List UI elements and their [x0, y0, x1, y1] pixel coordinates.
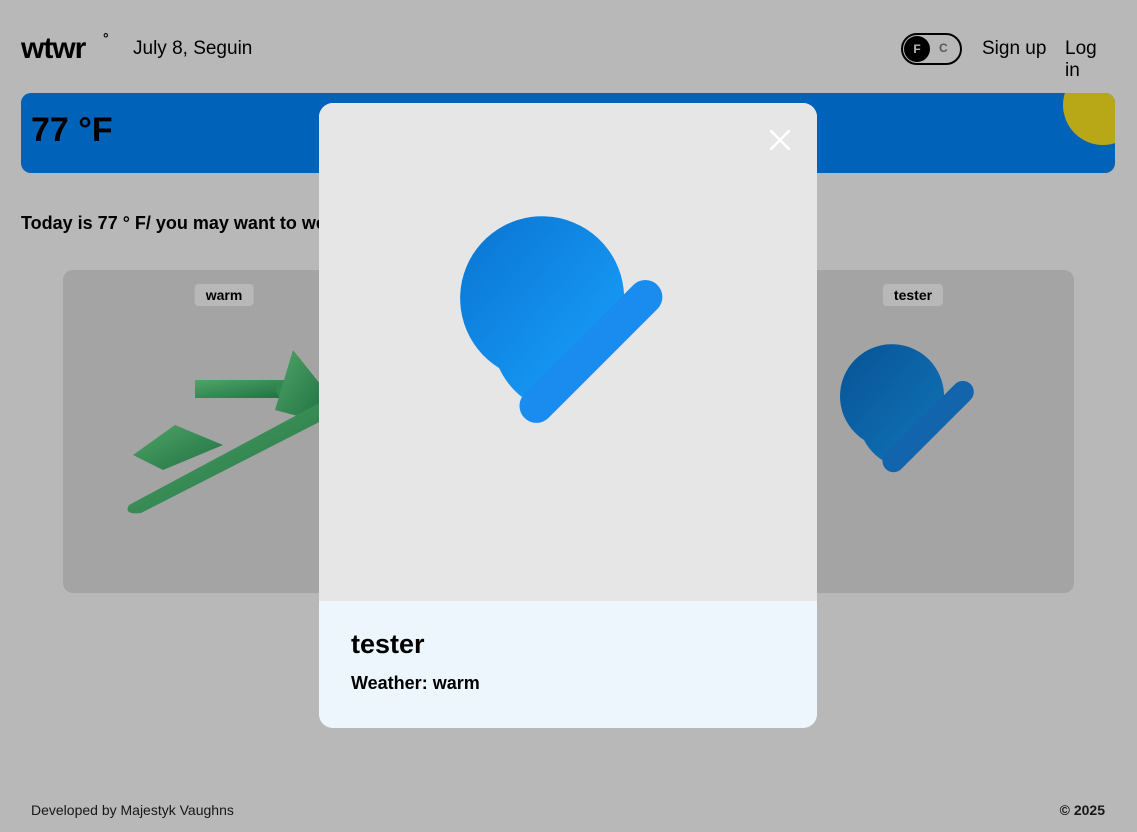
page: wtwr ° July 8, Seguin F C Sign up Log in… [0, 0, 1137, 832]
modal-weather-label: Weather: [351, 673, 428, 693]
modal-info: tester Weather: warm [319, 601, 817, 728]
close-icon[interactable] [765, 125, 795, 155]
item-preview-modal: tester Weather: warm [319, 103, 817, 728]
modal-title: tester [351, 629, 425, 659]
modal-weather-value: warm [432, 673, 480, 693]
modal-weather: Weather: warm [351, 673, 480, 694]
beanie-hat-icon [460, 216, 663, 423]
modal-image-area [319, 103, 817, 601]
